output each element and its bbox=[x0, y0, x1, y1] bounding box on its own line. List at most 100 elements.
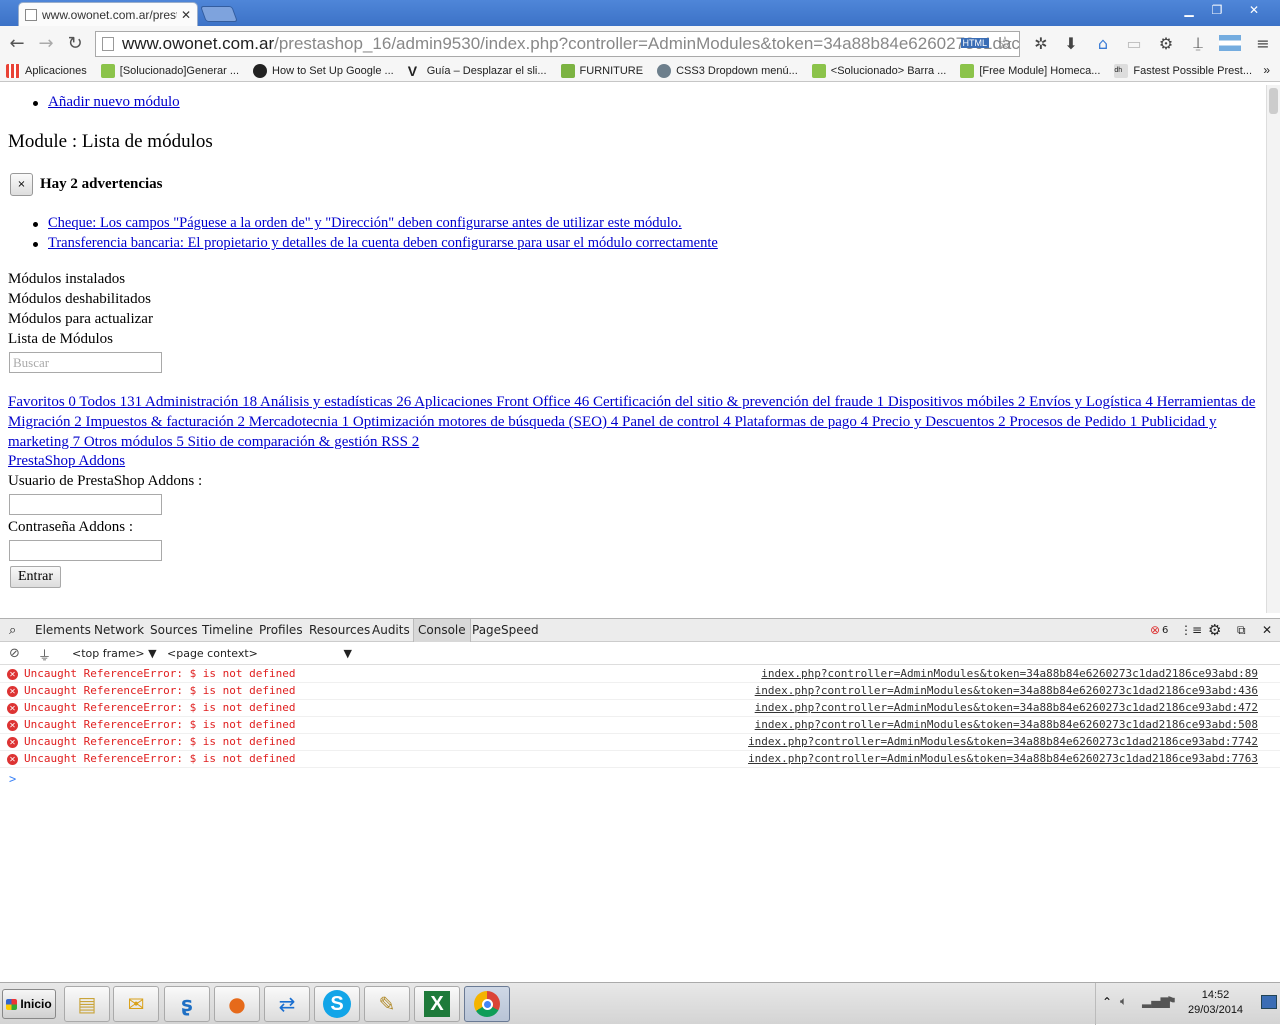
bookmark-item[interactable]: FURNITURE bbox=[560, 63, 643, 78]
page-favicon-icon bbox=[25, 8, 37, 21]
error-source-link[interactable]: index.php?controller=AdminModules&token=… bbox=[761, 667, 1258, 680]
close-window-button[interactable]: ✕ bbox=[1232, 1, 1276, 18]
user-extension-icon[interactable]: ⍊ bbox=[1187, 32, 1209, 54]
app-s-icon[interactable]: ʂ bbox=[164, 986, 210, 1022]
error-source-link[interactable]: index.php?controller=AdminModules&token=… bbox=[755, 701, 1258, 714]
skype-icon[interactable]: S bbox=[314, 986, 360, 1022]
login-button[interactable]: Entrar bbox=[10, 566, 61, 588]
tab-console[interactable]: Console bbox=[413, 619, 471, 642]
bookmark-item[interactable]: dh Fastest Possible Prest... bbox=[1114, 63, 1253, 78]
volume-icon[interactable]: 🔈︎ bbox=[1120, 994, 1127, 1009]
notepad-icon[interactable]: ✎ bbox=[364, 986, 410, 1022]
tray-expand-icon[interactable]: ⌃ bbox=[1102, 995, 1112, 1009]
addons-user-input[interactable] bbox=[9, 494, 162, 515]
context-select-value: <page context> bbox=[167, 647, 258, 660]
teamviewer-icon[interactable]: ⇄ bbox=[264, 986, 310, 1022]
clock[interactable]: 14:52 29/03/2014 bbox=[1188, 988, 1243, 1018]
action-center-flag-icon[interactable]: ⚑ bbox=[1166, 994, 1177, 1008]
warning-item[interactable]: Transferencia bancaria: El propietario y… bbox=[33, 235, 718, 252]
search-input[interactable]: Buscar bbox=[9, 352, 162, 373]
download-extension-icon[interactable]: ⬇ bbox=[1060, 32, 1082, 54]
error-message: Uncaught ReferenceError: $ is not define… bbox=[24, 667, 296, 680]
bookmark-item[interactable]: V Guía – Desplazar el sli... bbox=[408, 64, 547, 78]
bookmark-favicon-icon bbox=[560, 63, 575, 78]
tab-resources[interactable]: Resources bbox=[309, 623, 370, 637]
error-source-link[interactable]: index.php?controller=AdminModules&token=… bbox=[755, 684, 1258, 697]
addons-link[interactable]: PrestaShop Addons bbox=[8, 453, 125, 470]
browser-tab[interactable]: www.owonet.com.ar/presta ✕ bbox=[18, 2, 198, 26]
scrollbar-thumb[interactable] bbox=[1269, 88, 1278, 114]
dock-side-icon[interactable]: ⧉ bbox=[1237, 623, 1246, 638]
dismiss-warnings-button[interactable]: × bbox=[10, 173, 33, 196]
console-error-row: ✕ Uncaught ReferenceError: $ is not defin… bbox=[0, 717, 1280, 734]
warnings-heading: Hay 2 advertencias bbox=[40, 176, 163, 192]
firefox-icon[interactable]: ● bbox=[214, 986, 260, 1022]
bookmarks-overflow-icon[interactable]: » bbox=[1263, 63, 1270, 77]
tab-network[interactable]: Network bbox=[94, 623, 144, 637]
error-icon: ✕ bbox=[7, 754, 18, 765]
page-scrollbar[interactable] bbox=[1266, 85, 1280, 613]
explorer-icon[interactable]: ▤ bbox=[64, 986, 110, 1022]
bookmark-star-icon[interactable]: ☆ bbox=[997, 33, 1013, 54]
devtools-settings-gear-icon[interactable]: ⚙ bbox=[1208, 621, 1221, 639]
frame-select[interactable]: <top frame> ▼ bbox=[72, 647, 157, 660]
bookmark-item[interactable]: Aplicaciones bbox=[6, 63, 87, 78]
maximize-button[interactable]: ❐ bbox=[1204, 1, 1230, 18]
bookmark-item[interactable]: [Solucionado]Generar ... bbox=[100, 63, 239, 78]
filter-to-update[interactable]: Módulos para actualizar bbox=[8, 311, 153, 328]
error-message: Uncaught ReferenceError: $ is not define… bbox=[24, 718, 296, 731]
warning-item[interactable]: Cheque: Los campos "Páguese a la orden d… bbox=[33, 215, 682, 232]
clock-date: 29/03/2014 bbox=[1188, 1004, 1244, 1016]
address-bar[interactable]: www.owonet.com.ar /prestashop_16/admin95… bbox=[95, 31, 1020, 57]
error-source-link[interactable]: index.php?controller=AdminModules&token=… bbox=[748, 752, 1258, 765]
context-select[interactable]: <page context> ▼ bbox=[167, 647, 352, 660]
error-count: 6 bbox=[1162, 625, 1169, 636]
menu-icon[interactable]: ≡ bbox=[1252, 32, 1274, 54]
drawer-toggle-icon[interactable]: ⋮≡ bbox=[1180, 623, 1202, 637]
tab-close-icon[interactable]: ✕ bbox=[181, 8, 191, 22]
html-extension-icon[interactable]: HTML bbox=[960, 38, 989, 48]
filter-module-list[interactable]: Lista de Módulos bbox=[8, 331, 113, 348]
bookmark-favicon-icon bbox=[960, 63, 975, 78]
outlook-icon[interactable]: ✉ bbox=[113, 986, 159, 1022]
filter-funnel-icon[interactable]: ⏚ bbox=[38, 645, 51, 664]
addons-password-input[interactable] bbox=[9, 540, 162, 561]
minimize-button[interactable]: ▁ bbox=[1176, 1, 1202, 18]
bookmark-item[interactable]: CSS3 Dropdown menú... bbox=[657, 63, 798, 78]
folder-extension-icon[interactable]: ⌂ bbox=[1092, 32, 1114, 54]
tab-profiles[interactable]: Profiles bbox=[259, 623, 303, 637]
tab-sources[interactable]: Sources bbox=[150, 623, 197, 637]
filter-disabled[interactable]: Módulos deshabilitados bbox=[8, 291, 151, 308]
new-tab-button[interactable] bbox=[200, 6, 238, 22]
bookmark-label: CSS3 Dropdown menú... bbox=[676, 64, 798, 77]
bookmark-item[interactable]: How to Set Up Google ... bbox=[253, 63, 394, 78]
bug-extension-icon[interactable]: ✲ bbox=[1030, 32, 1052, 54]
error-count-icon[interactable]: ⊗ bbox=[1150, 623, 1160, 637]
inspect-search-icon[interactable]: ⌕ bbox=[9, 623, 16, 638]
tab-elements[interactable]: Elements bbox=[35, 623, 91, 637]
tab-pagespeed[interactable]: PageSpeed bbox=[472, 623, 539, 637]
add-module-link[interactable]: Añadir nuevo módulo bbox=[33, 94, 180, 111]
reload-icon[interactable]: ↻ bbox=[64, 32, 86, 54]
devtools-close-icon[interactable]: ✕ bbox=[1262, 623, 1272, 637]
error-source-link[interactable]: index.php?controller=AdminModules&token=… bbox=[755, 718, 1258, 731]
blank-extension-icon[interactable]: ▭ bbox=[1123, 32, 1145, 54]
clear-console-icon[interactable]: ⊘ bbox=[9, 646, 20, 661]
tab-audits[interactable]: Audits bbox=[372, 623, 410, 637]
bookmark-item[interactable]: [Free Module] Homeca... bbox=[960, 63, 1100, 78]
error-source-link[interactable]: index.php?controller=AdminModules&token=… bbox=[748, 735, 1258, 748]
tab-timeline[interactable]: Timeline bbox=[202, 623, 253, 637]
console-prompt[interactable]: > bbox=[9, 772, 16, 786]
bookmark-item[interactable]: <Solucionado> Barra ... bbox=[811, 63, 946, 78]
category-links[interactable]: Favoritos 0 Todos 131 Administración 18 … bbox=[8, 392, 1260, 452]
filter-installed[interactable]: Módulos instalados bbox=[8, 271, 125, 288]
settings-gear-icon[interactable]: ⚙ bbox=[1155, 32, 1177, 54]
argentina-flag-icon[interactable] bbox=[1219, 35, 1241, 51]
chrome-icon[interactable] bbox=[464, 986, 510, 1022]
show-desktop-icon[interactable] bbox=[1261, 995, 1277, 1009]
bookmark-label: Fastest Possible Prest... bbox=[1133, 64, 1253, 77]
excel-icon[interactable]: X bbox=[414, 986, 460, 1022]
forward-arrow-icon[interactable]: → bbox=[35, 32, 57, 54]
start-button[interactable]: Inicio bbox=[2, 989, 56, 1019]
back-arrow-icon[interactable]: ← bbox=[6, 32, 28, 54]
